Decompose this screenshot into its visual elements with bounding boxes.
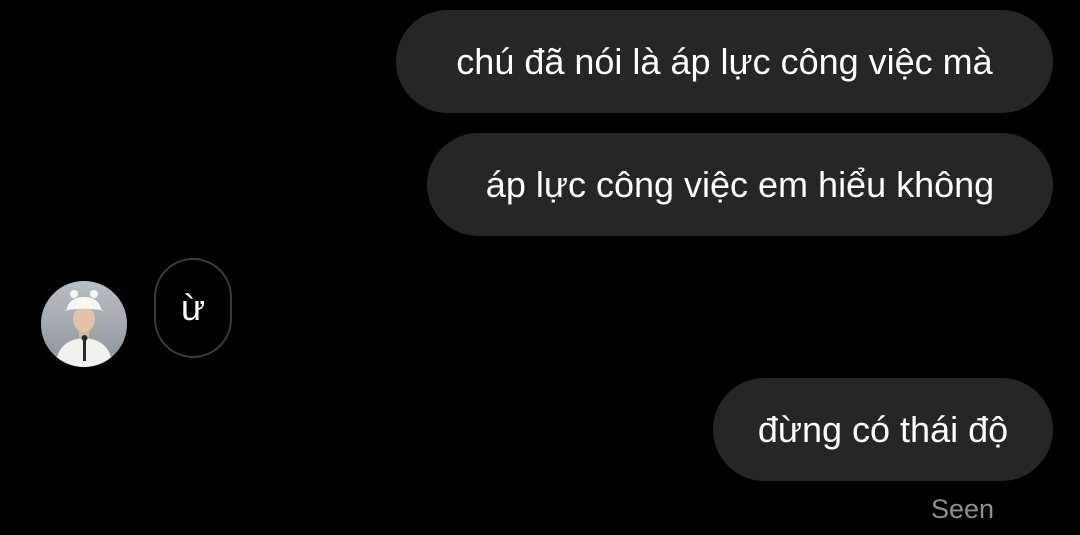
outgoing-message-bubble[interactable]: đừng có thái độ <box>713 378 1053 481</box>
incoming-message-bubble[interactable]: ừ <box>154 258 232 358</box>
message-text: áp lực công việc em hiểu không <box>485 163 995 205</box>
contact-avatar[interactable] <box>41 281 127 367</box>
outgoing-message-bubble[interactable]: áp lực công việc em hiểu không <box>427 133 1053 236</box>
outgoing-message-bubble[interactable]: chú đã nói là áp lực công việc mà <box>396 10 1053 113</box>
message-text: ừ <box>180 287 206 328</box>
message-text: chú đã nói là áp lực công việc mà <box>456 40 993 82</box>
message-text: đừng có thái độ <box>757 408 1009 450</box>
seen-status: Seen <box>931 494 995 524</box>
avatar-photo-icon <box>41 281 127 367</box>
